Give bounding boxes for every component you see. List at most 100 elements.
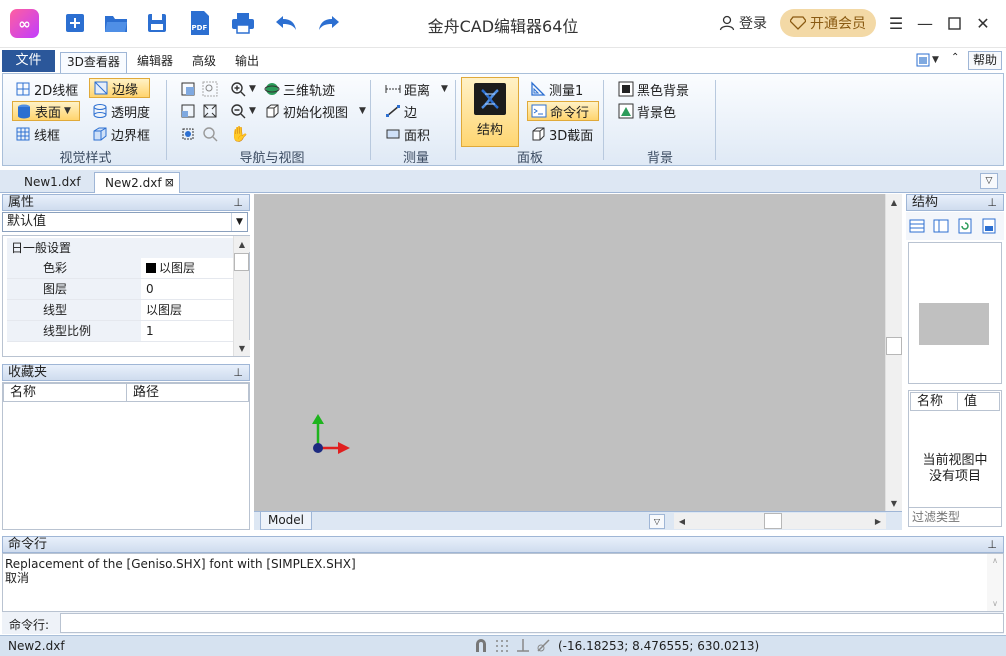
scroll-down-icon[interactable]: ▼ [234,340,250,356]
pan-views-button[interactable] [177,101,199,121]
canvas-vertical-scrollbar[interactable]: ▲ ▼ [885,194,902,511]
scroll-thumb[interactable] [234,253,249,271]
favorites-col-path[interactable]: 路径 [126,383,249,402]
zoom-out-button[interactable]: ▼ [227,101,259,121]
rotate-button[interactable] [177,124,199,144]
tab-editor[interactable]: 编辑器 [131,52,179,73]
structure-col-value[interactable]: 值 [957,392,1000,411]
scroll-up-icon[interactable]: ▲ [234,236,250,252]
login-button[interactable]: 登录 [719,13,767,33]
list-view-icon[interactable] [909,218,925,234]
scroll-down-icon[interactable]: ∨ [987,597,1003,611]
print-button[interactable] [228,8,258,38]
minimize-button[interactable]: — [914,12,936,34]
wireframe-2d-button[interactable]: 2D线框 [12,79,81,99]
layout-list-button[interactable]: ▽ [649,514,665,529]
scroll-up-icon[interactable]: ∧ [987,554,1003,568]
pin-icon[interactable]: ⊥ [987,537,997,552]
property-row[interactable]: 图层 0 [7,279,235,300]
section-3d-button[interactable]: 3D截面 [527,124,596,144]
vip-button[interactable]: 开通会员 [780,9,876,37]
zoom-window-icon [202,81,218,97]
undo-button[interactable] [271,8,301,38]
close-tab-icon[interactable]: ⊠ [165,173,174,193]
canvas-bottom-bar: Model ▽ ◀ ▶ [254,511,902,530]
new-file-button[interactable] [60,8,90,38]
style-dropdown-button[interactable]: ▼ [916,51,944,69]
distance-button[interactable]: 距离 ▼ [382,79,451,99]
export-structure-icon[interactable] [981,218,997,234]
cmdline-toggle-button[interactable]: 命令行 [527,101,599,121]
zoom-extents-button[interactable] [199,101,221,121]
pan-button[interactable]: ✋ [227,124,252,144]
bounding-box-button[interactable]: 边界框 [89,124,153,144]
orbit-3d-button[interactable]: 三维轨迹 [261,79,338,99]
properties-filter-value: 默认值 [7,214,47,229]
structure-panel-button[interactable]: 结构 [461,77,519,147]
doc-tab-new1[interactable]: New1.dxf [14,172,91,193]
grid-snap-icon[interactable] [494,638,510,653]
scroll-up-icon[interactable]: ▲ [886,194,902,210]
favorites-col-name[interactable]: 名称 [3,383,127,402]
edge-measure-button[interactable]: 边 [382,101,420,121]
black-background-button[interactable]: 黑色背景 [615,79,692,99]
zoom-realtime-button[interactable] [199,124,221,144]
properties-filter-select[interactable]: 默认值 ▼ [2,212,248,232]
open-file-button[interactable] [101,8,131,38]
background-color-button[interactable]: 背景色 [615,101,679,121]
property-row[interactable]: 色彩 以图层 [7,258,235,279]
model-tab[interactable]: Model [260,512,312,530]
scroll-thumb[interactable] [764,513,782,529]
section-3d-icon [532,127,545,141]
doc-tab-new2[interactable]: New2.dxf ⊠ [94,172,180,193]
structure-col-name[interactable]: 名称 [910,392,958,411]
ortho-icon[interactable] [516,638,530,653]
menu-button[interactable]: ☰ [885,12,907,34]
tab-list-button[interactable]: ▽ [980,173,998,189]
pin-icon[interactable]: ⊥ [987,195,997,210]
init-view-button[interactable]: 初始化视图 ▼ [261,101,369,121]
redo-button[interactable] [314,8,344,38]
transparency-button[interactable]: 透明度 [89,101,153,121]
maximize-button[interactable] [943,12,965,34]
surface-dropdown-button[interactable]: 表面 ▼ [12,101,80,121]
file-menu-tab[interactable]: 文件 [2,50,55,72]
magnet-snap-icon[interactable] [474,638,488,653]
zoom-window-button[interactable] [199,79,221,99]
views-button[interactable] [177,79,199,99]
property-row[interactable]: 线型 以图层 [7,300,235,321]
refresh-icon[interactable] [957,218,973,234]
tab-advanced[interactable]: 高级 [186,52,222,73]
property-row[interactable]: 线型比例 1 [7,321,235,342]
zoom-in-button[interactable]: ▼ [227,79,259,99]
tab-3d-viewer[interactable]: 3D查看器 [60,52,127,73]
scroll-left-icon[interactable]: ◀ [674,513,690,529]
tab-output[interactable]: 输出 [229,52,265,73]
properties-panel-header: 属性 ⊥ [2,194,250,211]
polar-tracking-icon[interactable] [536,638,552,653]
split-pane-icon[interactable] [933,218,949,234]
collapse-ribbon-button[interactable]: ⌃ [951,52,959,63]
properties-section-general[interactable]: 日一般设置 [7,238,235,258]
wireframe-button[interactable]: 线框 [12,124,63,144]
command-output-scrollbar[interactable]: ∧ ∨ [987,554,1003,611]
drawing-canvas[interactable] [254,194,885,511]
background-group-label: 背景 [646,151,673,166]
area-button[interactable]: 面积 [382,124,433,144]
scroll-right-icon[interactable]: ▶ [870,513,886,529]
export-pdf-button[interactable]: PDF [185,8,215,38]
empty-message-line2: 没有项目 [928,469,981,484]
close-button[interactable]: ✕ [972,12,994,34]
filter-type-input[interactable] [908,507,1002,527]
save-button[interactable] [142,8,172,38]
measure1-button[interactable]: 测量1 [527,79,586,99]
scroll-thumb[interactable] [886,337,902,355]
edge-button[interactable]: 边缘 [89,78,150,98]
pin-icon[interactable]: ⊥ [233,365,243,380]
scroll-down-icon[interactable]: ▼ [886,495,902,511]
pin-icon[interactable]: ⊥ [233,195,243,210]
help-button[interactable]: 帮助 [968,51,1002,70]
canvas-horizontal-scrollbar[interactable]: ◀ ▶ [674,513,886,529]
command-input[interactable] [60,613,1004,633]
properties-scrollbar[interactable]: ▲ ▼ [233,236,250,356]
